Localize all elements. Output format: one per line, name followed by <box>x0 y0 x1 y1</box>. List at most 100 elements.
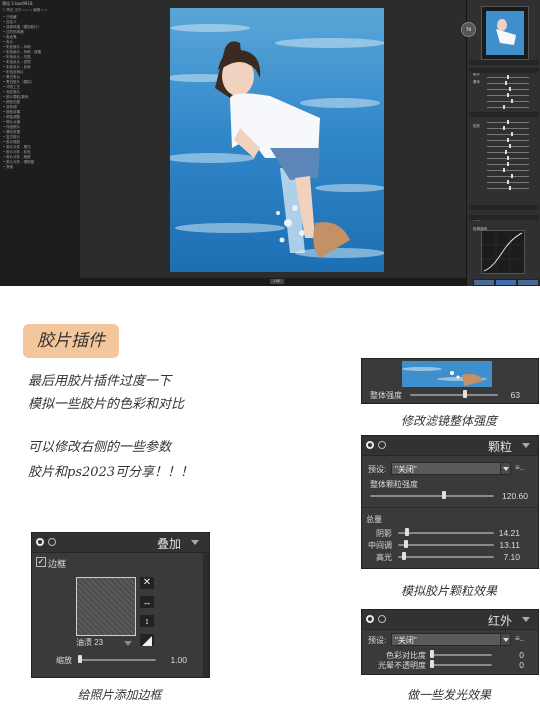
reset-icon[interactable] <box>378 615 386 623</box>
reset-icon[interactable] <box>48 538 56 546</box>
zoom-field[interactable]: 100 <box>270 279 284 284</box>
tone-curve[interactable] <box>481 230 525 274</box>
strength-caption: 修改滤镜整体强度 <box>400 414 497 428</box>
grain-row-track[interactable] <box>398 556 494 558</box>
grain-preset-label: 预设: <box>368 465 387 474</box>
grain-row-track[interactable] <box>398 532 494 534</box>
navigator-zoom-badge[interactable]: 70 <box>461 22 476 37</box>
adjustment-panel: 70 胶片 基本 色彩 颗粒 色调曲线 <box>461 0 540 286</box>
panel-button-3[interactable] <box>517 279 539 286</box>
panel-section-curves[interactable]: 色调曲线 <box>469 215 539 231</box>
infrared-row-value[interactable]: 0 <box>519 650 524 660</box>
preset-toolbar[interactable]: ▢ 预设 文件 ▫ ▫ ▫ 编辑 ▫ ▫ <box>2 8 47 13</box>
collapse-arrow-icon[interactable] <box>191 540 199 545</box>
grain-row-value[interactable]: 13.11 <box>499 540 520 550</box>
reset-icon[interactable] <box>378 441 386 449</box>
flip-horizontal-icon[interactable]: ↔ <box>140 596 154 608</box>
grain-overall-track[interactable] <box>370 495 494 497</box>
overlay-panel-header: 叠加 <box>32 533 209 553</box>
adjustment-slider-row[interactable] <box>473 186 537 190</box>
grain-row-value[interactable]: 7.10 <box>503 552 520 562</box>
adjustment-slider-row[interactable] <box>473 150 537 154</box>
infrared-row-track[interactable] <box>430 664 492 666</box>
flip-vertical-icon[interactable]: ↕ <box>140 615 154 627</box>
frame-dropdown-icon[interactable] <box>124 641 132 646</box>
adjustment-slider-row[interactable] <box>473 132 537 136</box>
grain-caption: 模拟胶片颗粒效果 <box>400 584 497 598</box>
panel-section-grain[interactable]: 颗粒 <box>469 205 539 221</box>
infrared-menu-icon[interactable]: ≡.. <box>515 634 524 643</box>
adjustment-slider-row[interactable] <box>473 126 537 130</box>
adjustment-slider-row[interactable] <box>473 168 537 172</box>
adjustment-slider-row[interactable] <box>473 81 537 85</box>
grain-overall-label: 整体颗粒强度 <box>370 480 418 489</box>
scrollbar[interactable] <box>203 553 209 677</box>
grain-row-track[interactable] <box>398 544 494 546</box>
infrared-row-knob[interactable] <box>430 660 434 668</box>
scale-value[interactable]: 1.00 <box>170 655 187 665</box>
paragraph-1-line-1: 最后用胶片插件过度一下 <box>28 374 172 389</box>
grain-group-label: 总量 <box>366 515 382 524</box>
adjustment-slider-row[interactable] <box>473 138 537 142</box>
grain-panel-header: 颗粒 <box>362 436 538 456</box>
adjustment-slider-row[interactable] <box>473 180 537 184</box>
panel-button-1[interactable] <box>473 279 495 286</box>
grain-overall-value[interactable]: 120.60 <box>502 491 528 501</box>
grain-row-knob[interactable] <box>404 528 409 536</box>
section-badge: 胶片插件 <box>23 324 119 358</box>
infrared-preset-select[interactable]: "关闭" <box>391 633 509 646</box>
preset-panel-header: 预设 3 box9918 <box>2 1 33 6</box>
infrared-row-knob[interactable] <box>430 650 434 658</box>
paragraph-1-line-2: 模拟一些胶片的色彩和对比 <box>28 397 185 412</box>
overlay-panel-title: 叠加 <box>156 537 181 551</box>
adjustment-slider-row[interactable] <box>473 87 537 91</box>
grain-row-label: 中间调 <box>368 541 392 550</box>
navigator-thumbnail[interactable] <box>481 6 529 60</box>
strength-value[interactable]: 63 <box>511 390 520 400</box>
panel-section-basic[interactable]: 基本 <box>469 68 539 84</box>
preset-list-item[interactable]: • 其他 <box>3 165 41 170</box>
adjustment-slider-row[interactable] <box>473 120 537 124</box>
grain-row-value[interactable]: 14.21 <box>499 528 520 538</box>
collapse-arrow-icon[interactable] <box>522 443 530 448</box>
frame-name[interactable]: 油渍 23 <box>76 637 103 648</box>
enable-toggle-icon[interactable] <box>366 615 374 623</box>
adjustment-slider-row[interactable] <box>473 162 537 166</box>
adjustment-slider-row[interactable] <box>473 99 537 103</box>
divider <box>362 507 538 508</box>
scale-knob[interactable] <box>77 655 82 663</box>
grain-preset-select[interactable]: "关闭" <box>391 462 509 475</box>
adjustment-slider-row[interactable] <box>473 174 537 178</box>
adjustment-slider-row[interactable] <box>473 75 537 79</box>
adjustment-slider-row[interactable] <box>473 156 537 160</box>
enable-toggle-icon[interactable] <box>36 538 44 546</box>
grain-overall-knob[interactable] <box>442 491 447 499</box>
panel-section-color[interactable]: 色彩 <box>469 112 539 128</box>
strength-slider-knob[interactable] <box>463 390 468 398</box>
panel-section-film[interactable]: 胶片 <box>469 60 539 76</box>
enable-toggle-icon[interactable] <box>366 441 374 449</box>
adjustment-slider-row[interactable] <box>473 144 537 148</box>
infrared-panel: 红外 预设: "关闭" ≡.. 色彩对比度 0 光晕不透明度 0 <box>361 609 539 675</box>
grain-preset-dropdown-icon[interactable] <box>500 462 511 475</box>
infrared-preset-dropdown-icon[interactable] <box>500 633 511 646</box>
random-icon[interactable]: ✕ <box>140 577 154 589</box>
infrared-row-value[interactable]: 0 <box>519 660 524 670</box>
border-checkbox[interactable]: ✓ <box>36 557 46 567</box>
strength-photo-preview <box>402 361 492 387</box>
collapse-arrow-icon[interactable] <box>522 617 530 622</box>
adjustment-slider-row[interactable] <box>473 93 537 97</box>
invert-icon[interactable] <box>140 634 154 646</box>
panel-button-2[interactable] <box>495 279 517 286</box>
adjustment-slider-row[interactable] <box>473 105 537 109</box>
infrared-row-track[interactable] <box>430 654 492 656</box>
frame-preview[interactable] <box>76 577 136 636</box>
strength-label: 整体强度 <box>370 391 402 400</box>
grain-row-label: 高光 <box>376 553 392 562</box>
strength-panel: 整体强度 63 <box>361 358 539 404</box>
strength-slider-track[interactable] <box>410 394 498 396</box>
grain-row-knob[interactable] <box>401 552 406 560</box>
grain-row-knob[interactable] <box>404 540 409 548</box>
grain-menu-icon[interactable]: ≡.. <box>515 463 524 472</box>
scale-track[interactable] <box>78 659 156 661</box>
